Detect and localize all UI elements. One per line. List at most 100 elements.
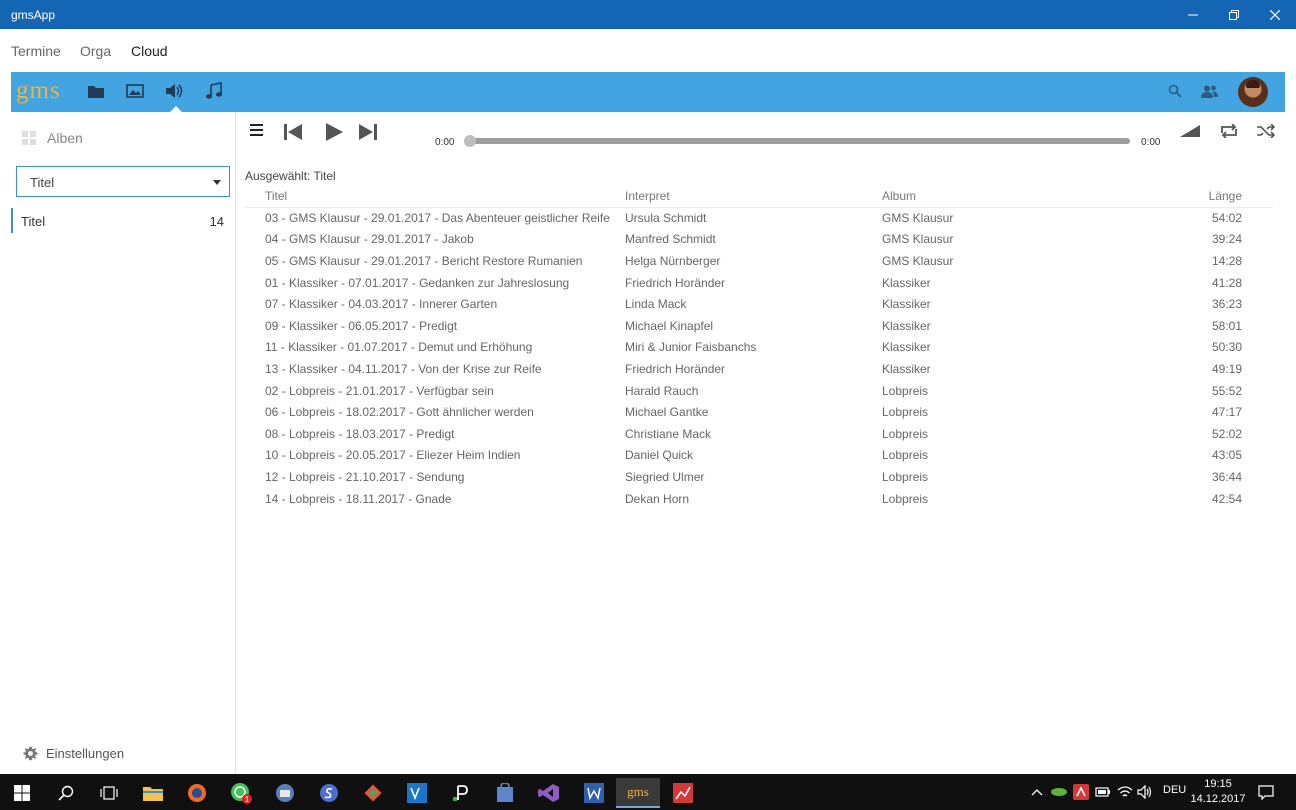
track-album: Klassiker	[882, 275, 931, 290]
table-row[interactable]: 07 - Klassiker - 04.03.2017 - Innerer Ga…	[245, 293, 1273, 315]
windows-logo-icon	[14, 785, 30, 801]
track-artist: Christiane Mack	[625, 426, 712, 441]
column-header-length[interactable]: Länge	[1182, 185, 1273, 208]
shuffle-icon[interactable]	[1257, 124, 1275, 138]
track-length: 58:01	[1211, 318, 1242, 333]
users-icon[interactable]	[1201, 84, 1219, 99]
volume-icon[interactable]	[1180, 125, 1200, 137]
battery-icon[interactable]	[1095, 786, 1111, 798]
task-view-button[interactable]	[87, 778, 131, 808]
previous-track-icon[interactable]	[283, 123, 303, 141]
table-header: Titel Interpret Album Länge	[245, 185, 1273, 208]
wifi-icon[interactable]	[1117, 785, 1133, 799]
tray-red-app-icon[interactable]	[1073, 784, 1089, 800]
table-row[interactable]: 04 - GMS Klausur - 29.01.2017 - Jakob Man…	[245, 229, 1273, 251]
track-title: 05 - GMS Klausur - 29.01.2017 - Bericht …	[265, 253, 583, 268]
track-title: 01 - Klassiker - 07.01.2017 - Gedanken z…	[265, 275, 570, 290]
table-row[interactable]: 13 - Klassiker - 04.11.2017 - Von der Kr…	[245, 358, 1273, 380]
table-row[interactable]: 01 - Klassiker - 07.01.2017 - Gedanken z…	[245, 272, 1273, 294]
minimize-button[interactable]	[1172, 0, 1213, 29]
track-album: GMS Klausur	[882, 232, 954, 247]
table-row[interactable]: 09 - Klassiker - 06.05.2017 - Predigt Mic…	[245, 315, 1273, 337]
play-icon[interactable]	[324, 122, 344, 142]
user-avatar[interactable]	[1238, 77, 1268, 107]
music-note-icon[interactable]	[205, 82, 223, 100]
track-table: Titel Interpret Album Länge 03 - GMS Kla…	[245, 185, 1273, 509]
table-row[interactable]: 03 - GMS Klausur - 29.01.2017 - Das Aben…	[245, 207, 1273, 229]
column-header-album[interactable]: Album	[882, 185, 1182, 208]
gear-icon	[23, 746, 38, 761]
next-track-icon[interactable]	[358, 123, 378, 141]
taskbar-app-store[interactable]	[483, 778, 527, 808]
track-album: Klassiker	[882, 297, 931, 312]
taskbar-whatsapp[interactable]: 1	[219, 778, 263, 808]
taskbar-visual-studio[interactable]	[527, 778, 571, 808]
track-album: Lobpreis	[882, 491, 929, 506]
track-artist: Dekan Horn	[625, 491, 690, 506]
table-row[interactable]: 11 - Klassiker - 01.07.2017 - Demut und …	[245, 337, 1273, 359]
chevron-up-icon[interactable]	[1031, 788, 1043, 796]
track-title: 02 - Lobpreis - 21.01.2017 - Verfügbar s…	[265, 383, 494, 398]
image-icon[interactable]	[126, 82, 144, 100]
input-language[interactable]: DEU	[1163, 784, 1186, 796]
taskbar-app-chart[interactable]	[661, 778, 705, 808]
seek-handle[interactable]	[464, 135, 476, 147]
category-item-titel[interactable]: Titel 14	[11, 208, 228, 233]
taskbar-app-s[interactable]	[307, 778, 351, 808]
taskbar-explorer[interactable]	[131, 778, 175, 808]
tray-green-app-icon[interactable]	[1050, 785, 1068, 799]
taskbar-vs-code[interactable]	[395, 778, 439, 808]
track-length: 41:28	[1211, 275, 1242, 290]
current-time: 0:00	[435, 137, 455, 148]
start-button[interactable]	[0, 778, 44, 808]
folder-icon[interactable]	[87, 82, 105, 100]
menu-item-cloud[interactable]: Cloud	[131, 43, 168, 59]
taskbar-app-p[interactable]	[439, 778, 483, 808]
taskbar-clock[interactable]: 19:15 14.12.2017	[1188, 777, 1248, 807]
table-row[interactable]: 14 - Lobpreis - 18.11.2017 - Gnade Dekan …	[245, 488, 1273, 510]
table-row[interactable]: 06 - Lobpreis - 18.02.2017 - Gott ähnlic…	[245, 401, 1273, 423]
app-toolbar: gms	[11, 72, 1285, 113]
seek-bar[interactable]	[464, 135, 1130, 147]
close-button[interactable]	[1254, 0, 1295, 29]
repeat-icon[interactable]	[1219, 124, 1239, 138]
track-length: 43:05	[1211, 448, 1242, 463]
taskbar-search-button[interactable]	[44, 778, 88, 808]
track-album: Lobpreis	[882, 448, 929, 463]
table-row[interactable]: 12 - Lobpreis - 21.10.2017 - Sendung Sieg…	[245, 466, 1273, 488]
notification-icon[interactable]	[1258, 785, 1274, 800]
table-row[interactable]: 08 - Lobpreis - 18.03.2017 - Predigt Chri…	[245, 423, 1273, 445]
table-row[interactable]: 05 - GMS Klausur - 29.01.2017 - Bericht …	[245, 250, 1273, 272]
track-album: Klassiker	[882, 361, 931, 376]
menu-item-orga[interactable]: Orga	[80, 43, 111, 59]
menu-item-termine[interactable]: Termine	[11, 43, 61, 59]
track-title: 13 - Klassiker - 04.11.2017 - Von der Kr…	[265, 361, 542, 376]
volume-tray-icon[interactable]	[1137, 785, 1153, 799]
track-length: 49:19	[1211, 361, 1242, 376]
track-length: 47:17	[1211, 405, 1242, 420]
taskbar-firefox[interactable]	[175, 778, 219, 808]
track-length: 52:02	[1211, 426, 1242, 441]
table-row[interactable]: 02 - Lobpreis - 21.01.2017 - Verfügbar s…	[245, 380, 1273, 402]
settings-label: Einstellungen	[46, 746, 125, 761]
table-row[interactable]: 10 - Lobpreis - 20.05.2017 - Eliezer Hei…	[245, 445, 1273, 467]
taskbar-git[interactable]	[351, 778, 395, 808]
settings-button[interactable]: Einstellungen	[23, 746, 124, 761]
column-header-title[interactable]: Titel	[245, 185, 625, 208]
taskbar-word[interactable]	[572, 778, 616, 808]
track-title: 06 - Lobpreis - 18.02.2017 - Gott ähnlic…	[265, 405, 534, 420]
taskbar-gmsapp[interactable]: gms	[616, 778, 660, 808]
column-header-artist[interactable]: Interpret	[625, 185, 882, 208]
restore-button[interactable]	[1213, 0, 1254, 29]
view-select[interactable]: Titel	[16, 166, 230, 197]
clock-date: 14.12.2017	[1190, 793, 1246, 805]
hamburger-menu-icon[interactable]	[250, 124, 263, 136]
speaker-icon[interactable]	[165, 82, 185, 100]
search-icon[interactable]	[1168, 84, 1182, 98]
track-artist: Siegried Ulmer	[625, 469, 705, 484]
track-artist: Harald Rauch	[625, 383, 699, 398]
selection-label: Ausgewählt: Titel	[245, 169, 336, 183]
taskbar-thunderbird[interactable]	[263, 778, 307, 808]
grid-icon	[22, 131, 36, 145]
albums-button[interactable]: Alben	[22, 130, 83, 146]
